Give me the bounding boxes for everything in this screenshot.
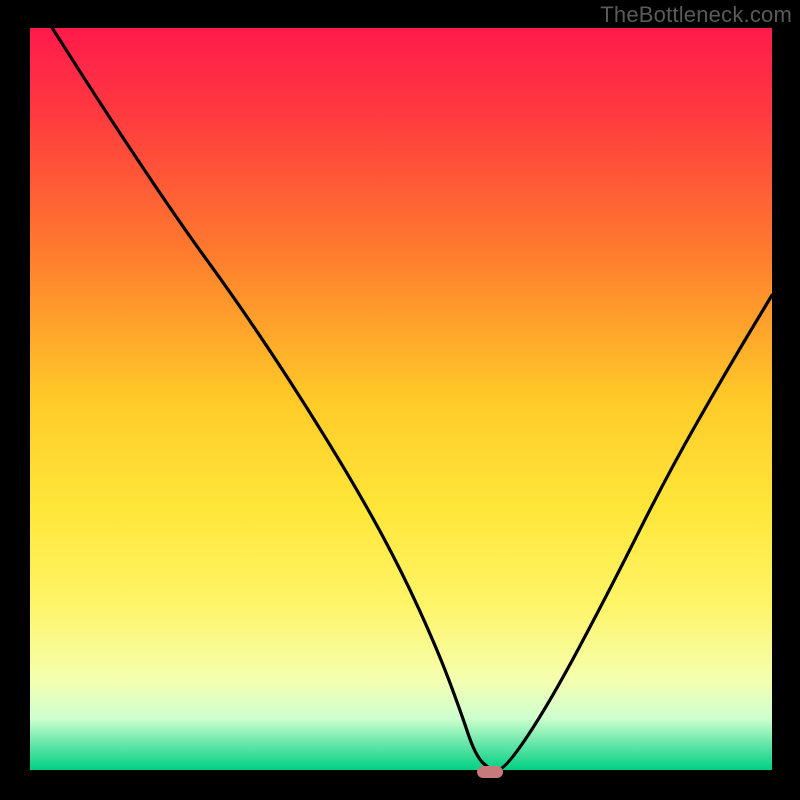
chart-plot-area	[30, 28, 772, 770]
bottleneck-chart	[0, 0, 800, 800]
watermark-text: TheBottleneck.com	[600, 2, 792, 28]
optimum-marker	[477, 766, 503, 778]
chart-container: TheBottleneck.com	[0, 0, 800, 800]
